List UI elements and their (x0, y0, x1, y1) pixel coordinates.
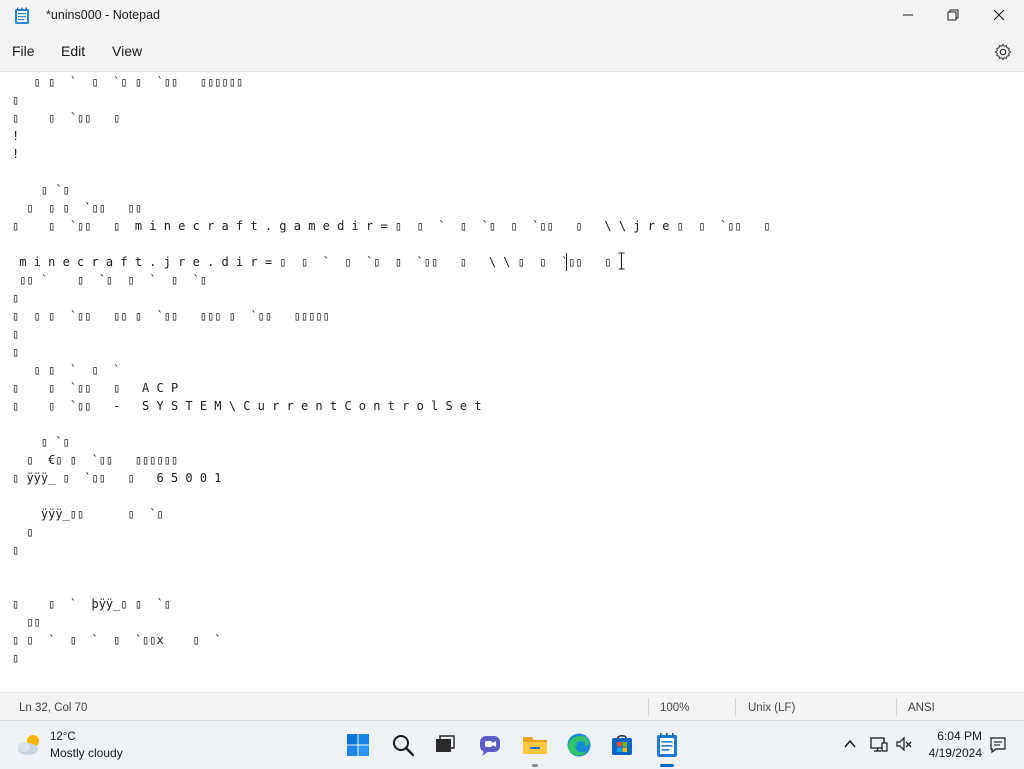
task-view-button[interactable] (430, 730, 460, 760)
network-icon[interactable] (870, 735, 888, 753)
taskbar: 12°C Mostly cloudy 6:04 PM 4/19/2024 (0, 720, 1024, 769)
file-explorer-icon (523, 737, 547, 754)
title-bar[interactable]: *unins000 - Notepad (0, 0, 1024, 32)
notification-icon[interactable] (989, 736, 1007, 754)
clock-date[interactable]: 4/19/2024 (918, 746, 982, 760)
gear-icon[interactable] (994, 43, 1012, 61)
editor-content[interactable]: ▯ ▯ ` ▯ `▯ ▯ `▯▯ ▯▯▯▯▯▯ ▯ ▯ ▯ `▯▯ ▯ ! ! … (12, 73, 771, 667)
text-editor[interactable]: ▯ ▯ ` ▯ `▯ ▯ `▯▯ ▯▯▯▯▯▯ ▯ ▯ ▯ `▯▯ ▯ ! ! … (0, 71, 1024, 692)
chat-icon (480, 736, 500, 756)
status-divider (735, 698, 736, 716)
close-button[interactable] (976, 0, 1022, 30)
chevron-up-icon[interactable] (843, 737, 857, 751)
store-icon (612, 735, 632, 755)
weather-temperature: 12°C (50, 731, 76, 743)
edge-button[interactable] (564, 730, 594, 760)
zoom-level[interactable]: 100% (660, 702, 689, 714)
task-view-icon (436, 735, 455, 752)
running-indicator (532, 764, 538, 767)
minimize-icon (903, 14, 913, 16)
notepad-app-icon (15, 7, 29, 24)
cursor-position: Ln 32, Col 70 (19, 702, 88, 714)
minimize-button[interactable] (885, 0, 931, 30)
weather-description: Mostly cloudy (50, 746, 123, 760)
store-button[interactable] (607, 730, 637, 760)
active-app-indicator (660, 764, 674, 767)
notepad-icon (657, 733, 677, 757)
chat-button[interactable] (475, 730, 505, 760)
status-divider (648, 698, 649, 716)
encoding[interactable]: ANSI (908, 702, 935, 714)
start-button[interactable] (343, 730, 373, 760)
menu-bar: File Edit View (0, 34, 1024, 70)
search-button[interactable] (388, 730, 418, 760)
maximize-button[interactable] (930, 0, 976, 30)
volume-muted-icon[interactable] (895, 735, 913, 753)
weather-widget[interactable]: 12°C Mostly cloudy (16, 729, 176, 763)
clock-time[interactable]: 6:04 PM (924, 729, 982, 743)
ibeam-cursor-icon (618, 252, 625, 270)
notepad-taskbar-button[interactable] (652, 730, 682, 760)
text-caret (566, 253, 567, 271)
search-icon (393, 735, 415, 757)
partly-cloudy-icon (18, 735, 39, 755)
window-title: *unins000 - Notepad (46, 8, 160, 22)
edge-icon (567, 733, 591, 757)
close-icon (993, 9, 1005, 21)
start-icon (347, 734, 369, 756)
restore-icon (947, 9, 959, 21)
menu-view[interactable]: View (112, 43, 142, 59)
file-explorer-button[interactable] (520, 730, 550, 760)
status-bar: Ln 32, Col 70 100% Unix (LF) ANSI (0, 692, 1024, 721)
line-ending[interactable]: Unix (LF) (748, 702, 795, 714)
menu-file[interactable]: File (12, 43, 35, 59)
status-divider (896, 698, 897, 716)
menu-edit[interactable]: Edit (61, 43, 85, 59)
